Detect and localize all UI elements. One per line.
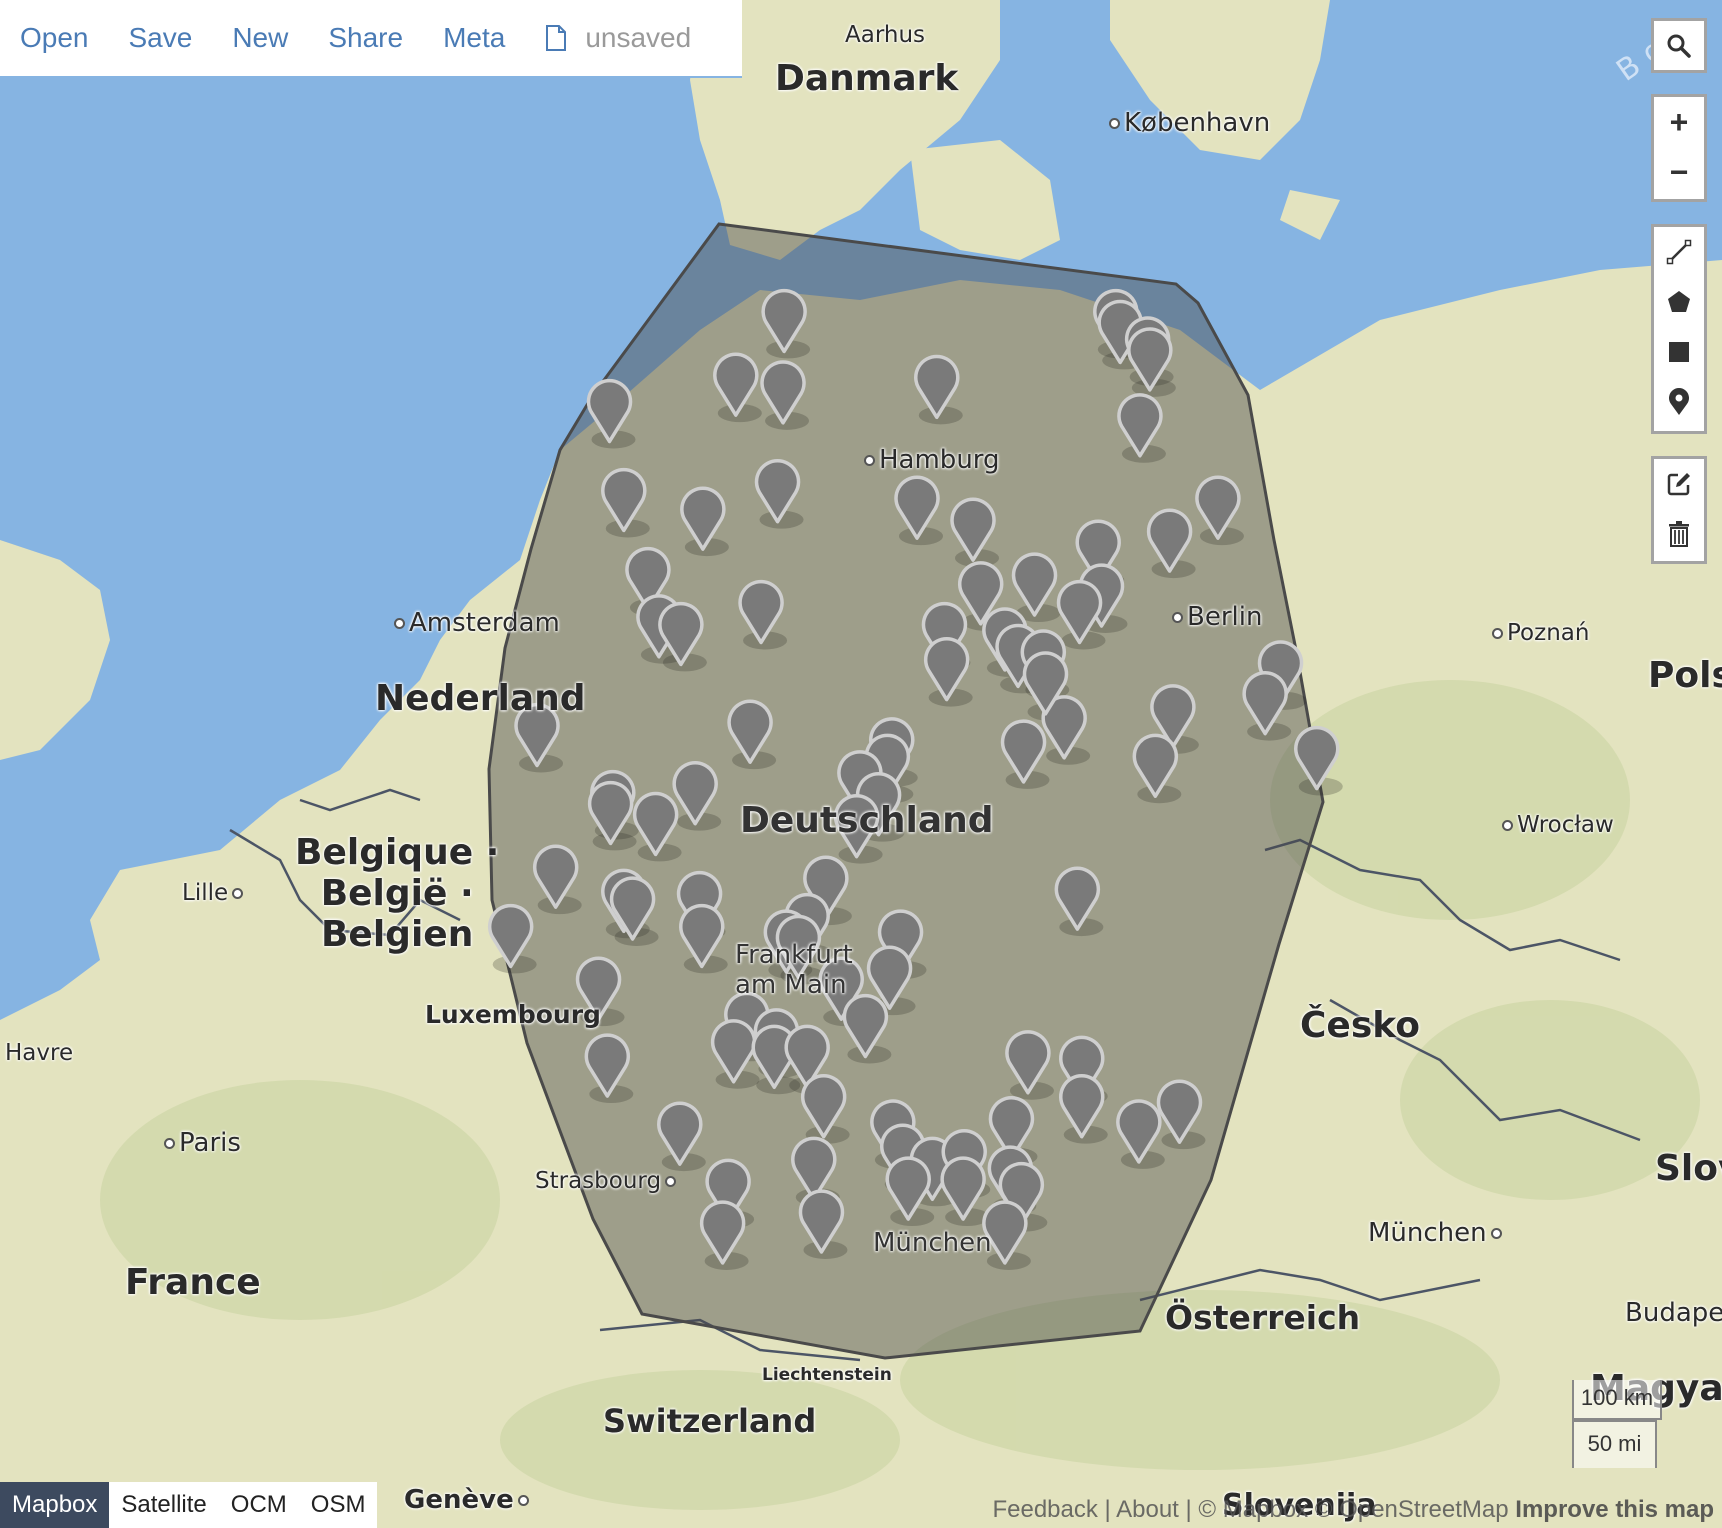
label-liechtenstein: Liechtenstein	[762, 1365, 892, 1385]
file-status-text: unsaved	[585, 22, 692, 53]
draw-polygon-icon	[1668, 291, 1690, 312]
draw-polygon-button[interactable]	[1654, 277, 1704, 327]
label-munchen: München	[873, 1228, 992, 1258]
draw-rectangle-icon	[1669, 342, 1689, 362]
draw-line-icon	[1666, 239, 1692, 265]
label-lille: Lille	[182, 880, 247, 906]
label-kobenhavn: København	[1105, 108, 1270, 138]
feedback-link[interactable]: Feedback	[992, 1496, 1097, 1523]
attribution: Feedback | About | © Mapbox © OpenStreet…	[992, 1496, 1714, 1523]
label-strasbourg: Strasbourg	[535, 1168, 680, 1194]
label-wien: München	[1368, 1218, 1506, 1248]
label-amsterdam: Amsterdam	[390, 608, 560, 638]
about-link[interactable]: About	[1116, 1496, 1179, 1523]
draw-line-button[interactable]	[1654, 227, 1704, 277]
delete-layers-button[interactable]	[1654, 509, 1704, 559]
label-poznan: Poznań	[1488, 620, 1589, 646]
label-slovensko: Slove	[1655, 1148, 1722, 1189]
label-frankfurt: Frankfurt am Main	[735, 940, 853, 1000]
label-nederland: Nederland	[375, 678, 586, 719]
save-button[interactable]: Save	[129, 22, 193, 54]
label-belgique: Belgique · België · Belgien	[295, 832, 500, 955]
layer-osm[interactable]: OSM	[299, 1482, 378, 1528]
zoom-out-button[interactable]: −	[1654, 147, 1704, 197]
top-toolbar: Open Save New Share Meta unsaved	[0, 0, 742, 78]
file-icon	[546, 25, 567, 51]
trash-icon	[1669, 521, 1689, 547]
label-budapest: Budape	[1625, 1298, 1722, 1328]
draw-marker-icon	[1669, 388, 1689, 415]
improve-map-link[interactable]: Improve this map	[1515, 1496, 1714, 1523]
label-osterreich: Österreich	[1165, 1298, 1361, 1337]
label-berlin: Berlin	[1168, 602, 1262, 632]
layer-satellite[interactable]: Satellite	[109, 1482, 218, 1528]
label-switzerland: Switzerland	[603, 1402, 817, 1440]
file-status: unsaved	[545, 22, 691, 54]
label-havre: Havre	[5, 1040, 74, 1066]
draw-rectangle-button[interactable]	[1654, 327, 1704, 377]
label-aarhus: Aarhus	[845, 22, 926, 48]
zoom-in-button[interactable]: +	[1654, 97, 1704, 147]
label-cesko: Česko	[1300, 1005, 1420, 1046]
edit-layers-button[interactable]	[1654, 459, 1704, 509]
label-deutschland: Deutschland	[740, 800, 994, 841]
zoom-control: + −	[1651, 94, 1707, 202]
label-wroclaw: Wrocław	[1498, 812, 1614, 838]
search-control	[1651, 18, 1707, 73]
label-luxembourg: Luxembourg	[425, 1000, 601, 1029]
label-paris: Paris	[160, 1128, 241, 1158]
copyright-text: © Mapbox © OpenStreetMap	[1198, 1496, 1509, 1523]
meta-button[interactable]: Meta	[443, 22, 505, 54]
scale-imperial: 50 mi	[1572, 1420, 1657, 1468]
draw-toolbar	[1651, 224, 1707, 434]
layer-ocm[interactable]: OCM	[219, 1482, 299, 1528]
open-button[interactable]: Open	[20, 22, 89, 54]
new-button[interactable]: New	[232, 22, 288, 54]
label-geneve: Genève	[404, 1485, 533, 1515]
draw-marker-button[interactable]	[1654, 377, 1704, 427]
scale-metric: 100 km	[1572, 1380, 1662, 1420]
label-polska: Pols	[1648, 655, 1722, 696]
search-icon	[1667, 34, 1691, 58]
edit-toolbar	[1651, 456, 1707, 564]
label-danmark: Danmark	[775, 58, 959, 99]
search-button[interactable]	[1654, 21, 1704, 70]
label-hamburg: Hamburg	[860, 445, 1000, 475]
edit-layers-icon	[1667, 473, 1690, 496]
label-france: France	[125, 1262, 261, 1303]
layer-mapbox[interactable]: Mapbox	[0, 1482, 110, 1528]
layer-switcher: Mapbox Satellite OCM OSM	[0, 1482, 378, 1528]
share-button[interactable]: Share	[328, 22, 403, 54]
